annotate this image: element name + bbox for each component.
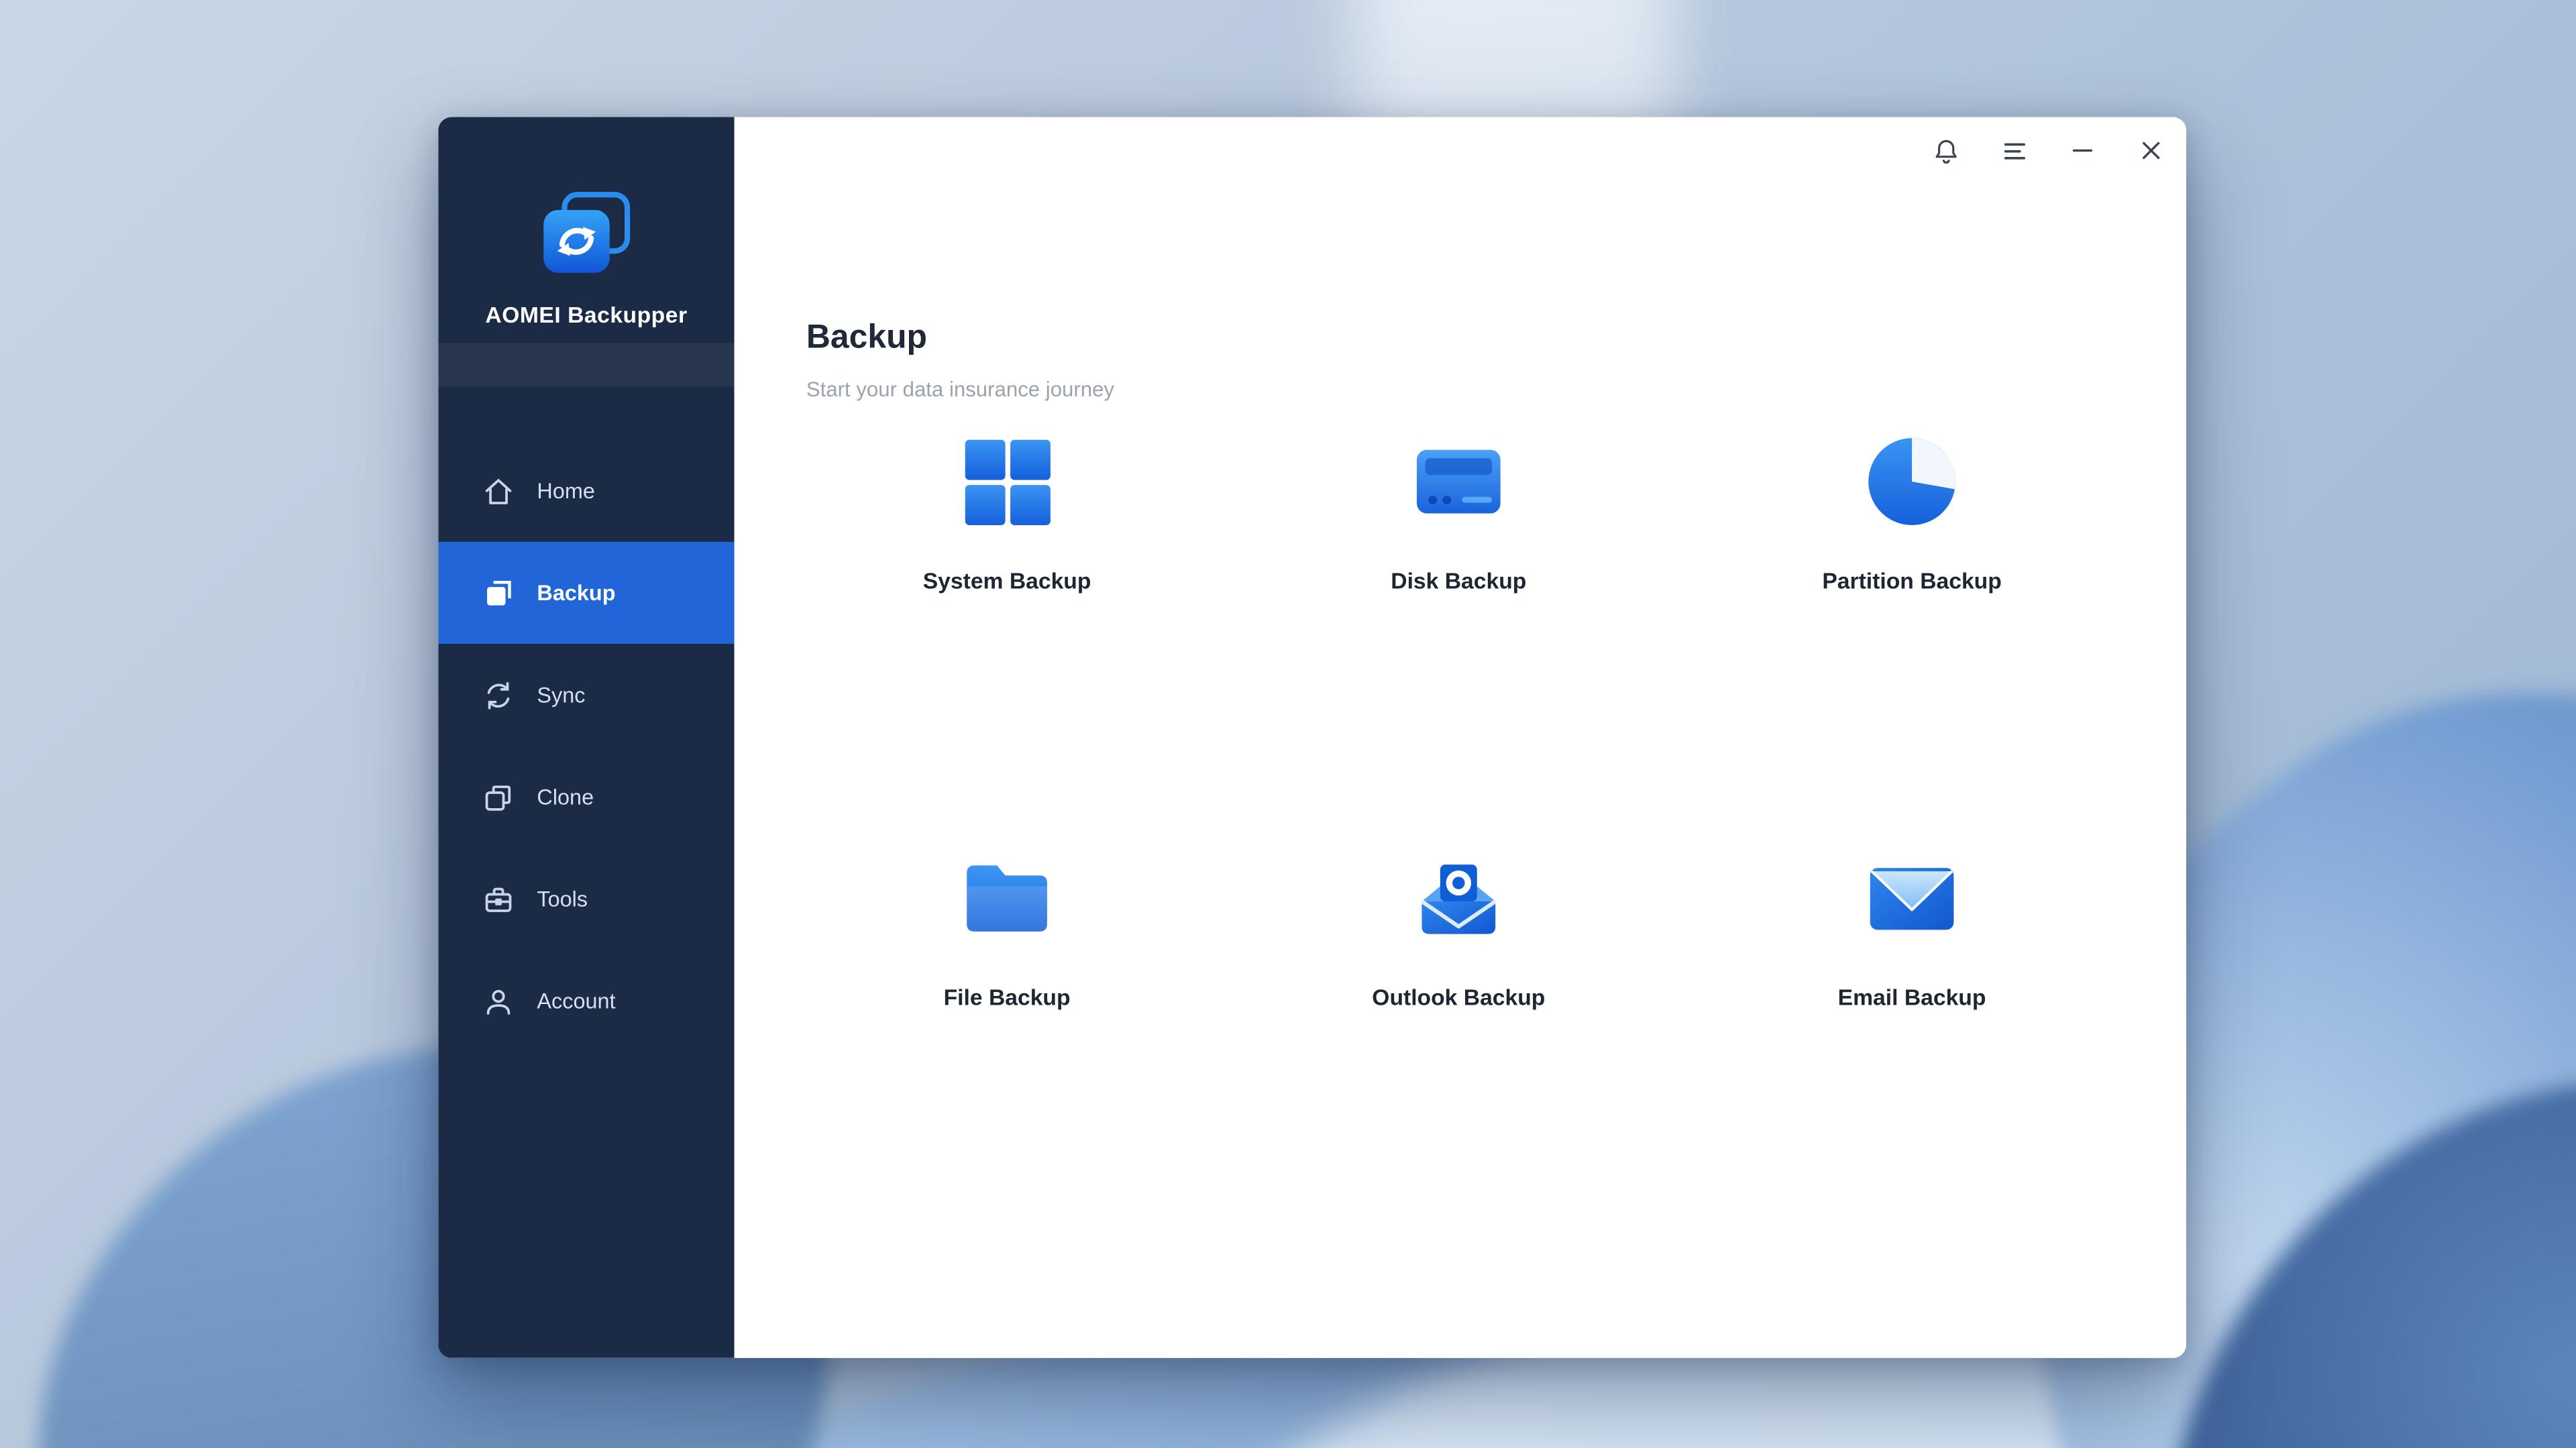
sidebar-item-label: Backup [537,580,616,606]
option-label: Email Backup [1837,985,1986,1011]
sidebar-item-tools[interactable]: Tools [438,848,734,950]
option-email-backup[interactable]: Email Backup [1728,834,2096,1027]
option-label: Outlook Backup [1372,985,1546,1011]
app-logo-icon [543,192,631,273]
brand-sheen [438,343,735,386]
home-icon [482,474,515,508]
page-subtitle: Start your data insurance journey [806,378,1115,402]
option-outlook-backup[interactable]: Outlook Backup [1275,834,1643,1027]
sidebar-item-label: Clone [537,784,594,810]
sidebar-item-label: Sync [537,682,586,708]
backup-icon [482,576,515,610]
partition-backup-icon [1868,438,1955,525]
sidebar-item-account[interactable]: Account [438,950,734,1052]
option-system-backup[interactable]: System Backup [823,418,1191,610]
sidebar-item-backup[interactable]: Backup [438,541,735,644]
option-label: File Backup [943,985,1071,1011]
sidebar-item-label: Tools [537,886,588,911]
sync-icon [482,678,515,712]
disk-backup-icon [1416,449,1501,514]
desktop: AOMEI Backupper Home Backup Sync Clone T… [0,0,2576,1448]
option-label: System Backup [922,568,1091,594]
close-icon[interactable] [2128,127,2175,174]
option-label: Partition Backup [1822,568,2002,594]
option-disk-backup[interactable]: Disk Backup [1275,418,1643,610]
app-window: AOMEI Backupper Home Backup Sync Clone T… [438,117,2187,1358]
sidebar-item-label: Account [537,988,616,1014]
account-icon [482,984,515,1017]
sidebar: AOMEI Backupper Home Backup Sync Clone T… [438,117,735,1358]
titlebar-actions [1922,127,2175,174]
main-panel: Backup Start your data insurance journey… [734,117,2187,1358]
outlook-backup-icon [1420,865,1497,934]
option-file-backup[interactable]: File Backup [823,834,1191,1027]
clone-icon [482,780,515,814]
app-brand-name: AOMEI Backupper [485,302,688,328]
sidebar-item-label: Home [537,478,595,504]
sidebar-item-home[interactable]: Home [438,440,734,542]
email-backup-icon [1870,868,1954,930]
page-title: Backup [806,319,928,357]
option-label: Disk Backup [1391,568,1527,594]
option-partition-backup[interactable]: Partition Backup [1728,418,2096,610]
sidebar-nav: Home Backup Sync Clone Tools Account [438,440,735,1052]
notification-bell-icon[interactable] [1922,127,1969,174]
system-backup-icon [965,439,1051,525]
tools-icon [482,882,515,915]
file-backup-icon [967,865,1047,932]
sidebar-item-sync[interactable]: Sync [438,644,734,746]
menu-icon[interactable] [1990,127,2037,174]
sidebar-item-clone[interactable]: Clone [438,746,734,848]
minimize-icon[interactable] [2059,127,2106,174]
